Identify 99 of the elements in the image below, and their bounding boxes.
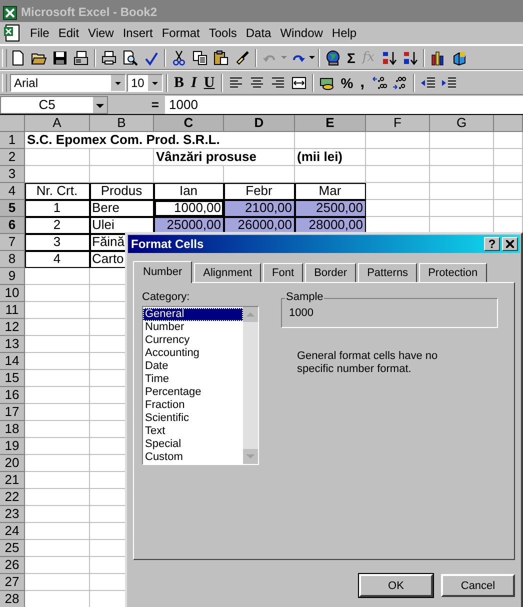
list-item[interactable]: Percentage bbox=[143, 386, 243, 399]
list-item[interactable]: Scientific bbox=[143, 412, 243, 425]
row-header[interactable]: 21 bbox=[0, 472, 25, 489]
row-header[interactable]: 2 bbox=[0, 149, 25, 166]
row-header[interactable]: 23 bbox=[0, 506, 25, 523]
column-header[interactable]: A bbox=[25, 115, 90, 132]
menu-item[interactable]: Window bbox=[276, 26, 327, 40]
table-cell: 2 bbox=[25, 217, 90, 234]
sample-label: Sample bbox=[285, 291, 324, 303]
comma-button[interactable]: , bbox=[357, 74, 368, 90]
row-header[interactable]: 9 bbox=[0, 268, 25, 285]
category-list[interactable]: General Number Currency Accounting Date Time Percentage Fraction Scientific Text Special Custom bbox=[142, 306, 259, 465]
list-item[interactable]: General bbox=[143, 308, 243, 321]
row-header[interactable]: 25 bbox=[0, 540, 25, 557]
column-header[interactable]: D bbox=[224, 115, 295, 132]
column-header[interactable]: G bbox=[430, 115, 494, 132]
column-header[interactable]: F bbox=[366, 115, 430, 132]
dialog-button[interactable]: Cancel bbox=[441, 574, 515, 597]
table-cell: 1000,00 bbox=[154, 200, 224, 217]
row-header[interactable]: 7 bbox=[0, 234, 25, 251]
row-header[interactable]: 26 bbox=[0, 557, 25, 574]
list-item[interactable]: Custom bbox=[143, 451, 243, 464]
row-header[interactable]: 6 bbox=[0, 217, 25, 234]
row-header[interactable]: 1 bbox=[0, 132, 25, 149]
tab[interactable]: Alignment bbox=[194, 263, 262, 282]
font-field[interactable]: Arial bbox=[10, 74, 126, 92]
row-header[interactable]: 20 bbox=[0, 455, 25, 472]
equals-sign: = bbox=[150, 97, 160, 112]
table-cell: Bere bbox=[90, 200, 154, 217]
menu-item[interactable]: Tools bbox=[204, 26, 241, 40]
percent-button[interactable]: % bbox=[338, 74, 356, 90]
row-header[interactable]: 14 bbox=[0, 353, 25, 370]
row-header[interactable]: 17 bbox=[0, 404, 25, 421]
tab[interactable]: Font bbox=[263, 263, 304, 282]
row-header[interactable]: 18 bbox=[0, 421, 25, 438]
tab[interactable]: Number bbox=[133, 261, 192, 283]
table-cell: 2100,00 bbox=[224, 200, 295, 217]
column-header[interactable]: E bbox=[295, 115, 366, 132]
underline-button[interactable]: U bbox=[200, 74, 218, 90]
autosum-button[interactable]: Σ bbox=[344, 50, 358, 66]
row-header[interactable]: 22 bbox=[0, 489, 25, 506]
list-item[interactable]: Time bbox=[143, 373, 243, 386]
row-header[interactable]: 28 bbox=[0, 591, 25, 607]
table-cell: 3 bbox=[25, 234, 90, 251]
bold-button[interactable]: B bbox=[171, 74, 188, 90]
list-item[interactable]: Number bbox=[143, 321, 243, 334]
list-item[interactable]: Currency bbox=[143, 334, 243, 347]
row-header[interactable]: 16 bbox=[0, 387, 25, 404]
table-cell: S.C. Epomex Com. Prod. S.R.L. bbox=[25, 132, 295, 149]
list-item[interactable]: Date bbox=[143, 360, 243, 373]
table-cell: (mii lei) bbox=[295, 149, 366, 166]
table-cell: Ian bbox=[154, 183, 224, 200]
tab[interactable]: Protection bbox=[419, 263, 487, 282]
row-header[interactable]: 19 bbox=[0, 438, 25, 455]
row-header[interactable]: 8 bbox=[0, 251, 25, 268]
help-button[interactable]: ? bbox=[484, 237, 500, 251]
row-header[interactable]: 13 bbox=[0, 336, 25, 353]
dialog-button[interactable]: OK bbox=[359, 574, 433, 597]
row-header[interactable]: 5 bbox=[0, 200, 25, 217]
row-header[interactable]: 15 bbox=[0, 370, 25, 387]
row-header[interactable]: 4 bbox=[0, 183, 25, 200]
row-header[interactable]: 24 bbox=[0, 523, 25, 540]
menu-item[interactable]: Insert bbox=[118, 26, 157, 40]
table-cell: Nr. Crt. bbox=[25, 183, 90, 200]
menu-item[interactable]: Edit bbox=[54, 26, 84, 40]
formula-field[interactable]: 1000 bbox=[165, 96, 523, 114]
row-header[interactable]: 11 bbox=[0, 302, 25, 319]
tab[interactable]: Patterns bbox=[358, 263, 418, 282]
name-box[interactable]: C5 bbox=[0, 96, 108, 114]
table-cell: 4 bbox=[25, 251, 90, 268]
menu-item[interactable]: File bbox=[26, 26, 54, 40]
tab[interactable]: Border bbox=[305, 263, 356, 282]
list-item[interactable]: Fraction bbox=[143, 399, 243, 412]
list-item[interactable]: Text bbox=[143, 425, 243, 438]
menu-item[interactable]: View bbox=[84, 26, 118, 40]
column-header[interactable]: B bbox=[90, 115, 154, 132]
column-header[interactable]: C bbox=[154, 115, 224, 132]
table-cell: Produs bbox=[90, 183, 154, 200]
sample-value: 1000 bbox=[289, 307, 314, 319]
table-cell: Ulei bbox=[90, 217, 154, 234]
table-cell: 2500,00 bbox=[295, 200, 366, 217]
row-header[interactable]: 10 bbox=[0, 285, 25, 302]
table-cell: Vânzări prosuse bbox=[154, 149, 295, 166]
list-item[interactable]: Special bbox=[143, 438, 243, 451]
window-title: Microsoft Excel - Book2 bbox=[21, 5, 158, 20]
row-header[interactable]: 27 bbox=[0, 574, 25, 591]
italic-button[interactable]: I bbox=[188, 74, 200, 90]
menu-item[interactable]: Format bbox=[158, 26, 204, 40]
description-text: General format cells have no specific number format. bbox=[297, 350, 439, 376]
category-label: Category: bbox=[142, 291, 191, 303]
table-cell: Febr bbox=[224, 183, 295, 200]
row-header[interactable]: 3 bbox=[0, 166, 25, 183]
font-size-field[interactable]: 10 bbox=[127, 74, 163, 92]
table-cell: Mar bbox=[295, 183, 366, 200]
list-item[interactable]: Accounting bbox=[143, 347, 243, 360]
table-cell: 1 bbox=[25, 200, 90, 217]
row-header[interactable]: 12 bbox=[0, 319, 25, 336]
menu-item[interactable]: Data bbox=[242, 26, 276, 40]
menu-item[interactable]: Help bbox=[328, 26, 361, 40]
